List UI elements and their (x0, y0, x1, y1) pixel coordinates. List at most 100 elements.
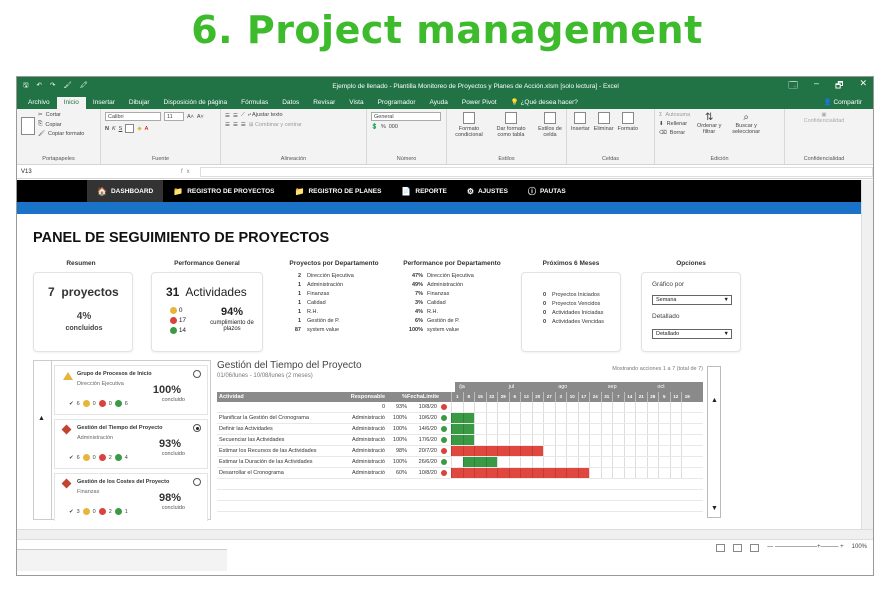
scroll-up-icon[interactable]: ▲ (38, 415, 45, 422)
project-select-radio[interactable] (193, 424, 201, 432)
gantt-scroll[interactable]: ▲ ▼ (707, 366, 721, 518)
bold-button[interactable]: N (105, 126, 109, 132)
tab-2[interactable]: Insertar (86, 97, 122, 109)
gantt-cell (451, 468, 463, 478)
formula-input[interactable] (199, 166, 873, 177)
underline-button[interactable]: S (119, 126, 123, 132)
sheet-vertical-scrollbar[interactable] (861, 180, 873, 530)
align-middle-icon[interactable]: ☰ (233, 113, 238, 119)
format-table-button[interactable]: Dar formato como tabla (493, 112, 529, 138)
detalle-select[interactable]: Detallado ▼ (652, 329, 732, 339)
paste-icon[interactable] (21, 117, 35, 135)
tab-9[interactable]: Programador (371, 97, 423, 109)
page-break-icon[interactable] (750, 544, 760, 552)
gantt-row[interactable]: Estimar la Duración de las Actividades Ad… (217, 457, 703, 468)
currency-icon[interactable]: 💲 (371, 124, 378, 130)
zoom-slider[interactable]: — ———————+——— + (767, 544, 843, 550)
italic-button[interactable]: K (112, 126, 116, 132)
project-select-radio[interactable] (193, 370, 201, 378)
orientation-icon[interactable]: ⟋ (241, 112, 245, 119)
border-icon[interactable] (125, 124, 135, 133)
merge-center-button[interactable]: ⊞ Combinar y centrar (249, 122, 302, 128)
percent-icon[interactable]: % (381, 124, 386, 130)
align-left-icon[interactable]: ☰ (225, 122, 230, 128)
grow-font-icon[interactable]: A˄ (187, 114, 194, 120)
gantt-row[interactable]: Planificar la Gestión del Cronograma Admi… (217, 413, 703, 424)
page-layout-icon[interactable] (733, 544, 743, 552)
nav-registro-de-proyectos[interactable]: 📁 REGISTRO DE PROYECTOS (163, 180, 284, 202)
copy-button[interactable]: ⎘ Copiar (38, 121, 84, 128)
number-format-select[interactable]: General (371, 112, 441, 121)
window-control-icon-2[interactable]: 🗗 (835, 78, 843, 94)
qat-icon-1[interactable]: ↶ (37, 81, 42, 92)
gantt-row[interactable]: Definir las Actividades Administració 100%… (217, 424, 703, 435)
qat-icon-4[interactable]: 🖍 (80, 81, 88, 92)
tab-5[interactable]: Fórmulas (234, 97, 275, 109)
window-control-icon-3[interactable]: ✕ (859, 78, 867, 94)
tab-8[interactable]: Vista (342, 97, 370, 109)
nav-registro-de-planes[interactable]: 📁 REGISTRO DE PLANES (284, 180, 391, 202)
find-select-button[interactable]: ⌕ Buscar y seleccionar (728, 112, 764, 139)
gantt-row[interactable]: Secuenciar las Actividades Administració 1… (217, 435, 703, 446)
align-right-icon[interactable]: ☰ (241, 122, 246, 128)
tab-11[interactable]: Power Pivot (455, 97, 504, 109)
nav-ajustes[interactable]: ⚙ AJUSTES (457, 180, 518, 202)
align-top-icon[interactable]: ☰ (225, 113, 230, 119)
nav-reporte[interactable]: 📄 REPORTE (391, 180, 456, 202)
comma-icon[interactable]: 000 (389, 124, 398, 130)
fill-button[interactable]: ⬇ Rellenar (659, 121, 690, 127)
fill-color-icon[interactable]: ◆ (137, 126, 141, 132)
grafico-select[interactable]: Semana ▼ (652, 295, 732, 305)
name-box[interactable]: V13 (21, 169, 181, 175)
project-select-radio[interactable] (193, 478, 201, 486)
tab-1[interactable]: Inicio (56, 97, 86, 109)
sort-filter-button[interactable]: ⇅ Ordenar y filtrar (694, 112, 724, 139)
gantt-row[interactable]: Desarrollar el Cronograma Administració 60… (217, 468, 703, 479)
conditional-format-button[interactable]: Formato condicional (451, 112, 487, 138)
tab-12[interactable]: 💡 ¿Qué desea hacer? (504, 96, 585, 109)
gantt-row[interactable]: Estimar los Recursos de las Actividades A… (217, 446, 703, 457)
project-card[interactable]: Grupo de Procesos de Inicio Dirección Eje… (54, 365, 208, 415)
scroll-down-icon[interactable]: ▼ (711, 505, 718, 512)
cell-styles-button[interactable]: Estilos de celda (535, 112, 565, 138)
normal-view-icon[interactable] (716, 544, 726, 552)
delete-cells-button[interactable]: Eliminar (594, 112, 614, 132)
tab-0[interactable]: Archivo (21, 97, 57, 109)
project-card[interactable]: Gestión de los Costes del Proyecto Finanz… (54, 473, 208, 521)
autosum-button[interactable]: Σ Autosuma (659, 112, 690, 118)
window-control-icon-0[interactable]: 🗔 (788, 78, 798, 94)
format-cells-button[interactable]: Formato (618, 112, 638, 132)
share-button[interactable]: 👤 Compartir (817, 96, 869, 109)
insert-cells-button[interactable]: Insertar (571, 112, 590, 132)
clear-button[interactable]: ⌫ Borrar (659, 130, 690, 136)
confidentiality-button[interactable]: ▣ Confidencialidad (789, 112, 859, 124)
project-card[interactable]: Gestión del Tiempo del Proyecto Administr… (54, 419, 208, 469)
tab-7[interactable]: Revisar (306, 97, 342, 109)
scroll-up-icon[interactable]: ▲ (711, 397, 718, 404)
font-name-select[interactable]: Calibri (105, 112, 161, 121)
nav-dashboard[interactable]: 🏠 DASHBOARD (87, 180, 164, 202)
tab-6[interactable]: Datos (275, 97, 306, 109)
tab-10[interactable]: Ayuda (423, 97, 455, 109)
cut-button[interactable]: ✂ Cortar (38, 112, 84, 118)
wrap-text-button[interactable]: ⤶ Ajustar texto (248, 112, 283, 119)
font-size-select[interactable]: 11 (164, 112, 184, 121)
gantt-cell (646, 402, 659, 412)
font-color-icon[interactable]: A (145, 126, 149, 132)
qat-icon-3[interactable]: 🖌 (63, 81, 71, 92)
gantt-summary-row[interactable]: 0 93% 10/8/20 (217, 402, 703, 413)
project-list-scroll[interactable]: ▲ (34, 361, 52, 519)
qat-icon-2[interactable]: ↷ (50, 81, 55, 92)
align-center-icon[interactable]: ☰ (233, 122, 238, 128)
format-painter-button[interactable]: 🖌 Copiar formato (38, 131, 84, 137)
qat-icon-0[interactable]: 🖫 (23, 81, 29, 92)
nav-pautas[interactable]: ⓘ PAUTAS (518, 180, 576, 202)
tab-4[interactable]: Disposición de página (157, 97, 235, 109)
sheet-horizontal-scrollbar[interactable] (17, 529, 873, 539)
shrink-font-icon[interactable]: A˅ (197, 114, 204, 120)
fx-icon[interactable]: fx (181, 169, 194, 175)
tab-3[interactable]: Dibujar (122, 97, 157, 109)
gantt-cell (508, 446, 520, 456)
window-control-icon-1[interactable]: – (814, 78, 819, 94)
formula-bar: V13 fx (17, 165, 873, 179)
